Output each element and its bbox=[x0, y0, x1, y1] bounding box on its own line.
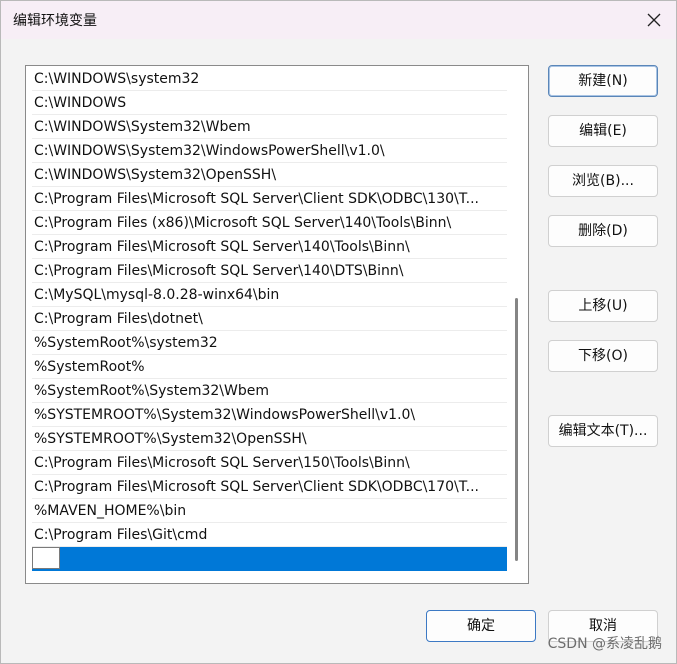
path-list[interactable]: C:\WINDOWS\system32 C:\WINDOWS C:\WINDOWS\… bbox=[25, 65, 529, 584]
scroll-thumb[interactable] bbox=[515, 298, 518, 561]
path-list-item[interactable]: C:\WINDOWS\System32\Wbem bbox=[32, 115, 507, 139]
dialog-title: 编辑环境变量 bbox=[13, 13, 97, 29]
path-text: C:\Program Files\Microsoft SQL Server\Cl… bbox=[34, 191, 479, 207]
path-text: C:\Program Files\Microsoft SQL Server\14… bbox=[34, 263, 404, 279]
path-list-item-selected[interactable] bbox=[32, 547, 507, 571]
path-list-item[interactable]: C:\MySQL\mysql-8.0.28-winx64\bin bbox=[32, 283, 507, 307]
path-list-item[interactable]: %SYSTEMROOT%\System32\OpenSSH\ bbox=[32, 427, 507, 451]
path-list-item[interactable]: C:\Program Files (x86)\Microsoft SQL Ser… bbox=[32, 211, 507, 235]
path-text: C:\Program Files\Microsoft SQL Server\Cl… bbox=[34, 479, 479, 495]
vertical-scrollbar[interactable] bbox=[512, 66, 520, 583]
path-text: %SystemRoot%\System32\Wbem bbox=[34, 383, 269, 399]
new-entry-input[interactable] bbox=[32, 547, 60, 569]
path-text: C:\WINDOWS\system32 bbox=[34, 71, 200, 87]
new-button[interactable]: 新建(N) bbox=[548, 65, 658, 97]
path-text: %SystemRoot% bbox=[34, 359, 145, 375]
path-list-item[interactable]: C:\WINDOWS bbox=[32, 91, 507, 115]
close-icon bbox=[647, 13, 661, 27]
path-list-item[interactable]: %MAVEN_HOME%\bin bbox=[32, 499, 507, 523]
delete-button[interactable]: 删除(D) bbox=[548, 215, 658, 247]
path-list-item[interactable]: %SystemRoot% bbox=[32, 355, 507, 379]
close-button[interactable] bbox=[632, 1, 676, 39]
path-list-item[interactable]: C:\WINDOWS\System32\WindowsPowerShell\v1… bbox=[32, 139, 507, 163]
path-text: %SYSTEMROOT%\System32\WindowsPowerShell\… bbox=[34, 407, 416, 423]
path-text: C:\Program Files\dotnet\ bbox=[34, 311, 203, 327]
path-list-item[interactable]: C:\Program Files\dotnet\ bbox=[32, 307, 507, 331]
path-text: C:\WINDOWS bbox=[34, 95, 127, 111]
path-text: C:\Program Files\Git\cmd bbox=[34, 527, 208, 543]
path-text: C:\WINDOWS\System32\WindowsPowerShell\v1… bbox=[34, 143, 385, 159]
path-list-item[interactable]: C:\Program Files\Git\cmd bbox=[32, 523, 507, 547]
path-text: C:\WINDOWS\System32\OpenSSH\ bbox=[34, 167, 277, 183]
path-list-item[interactable]: C:\WINDOWS\system32 bbox=[32, 67, 507, 91]
browse-button[interactable]: 浏览(B)... bbox=[548, 165, 658, 197]
path-text: C:\WINDOWS\System32\Wbem bbox=[34, 119, 251, 135]
path-text: %MAVEN_HOME%\bin bbox=[34, 503, 187, 519]
path-list-item[interactable]: C:\WINDOWS\System32\OpenSSH\ bbox=[32, 163, 507, 187]
watermark: CSDN @系凌乱鹅 bbox=[547, 636, 662, 652]
title-bar: 编辑环境变量 bbox=[1, 1, 676, 39]
edit-button[interactable]: 编辑(E) bbox=[548, 115, 658, 147]
path-list-item[interactable]: C:\Program Files\Microsoft SQL Server\14… bbox=[32, 259, 507, 283]
path-text: %SYSTEMROOT%\System32\OpenSSH\ bbox=[34, 431, 307, 447]
move-down-button[interactable]: 下移(O) bbox=[548, 340, 658, 372]
path-text: C:\Program Files (x86)\Microsoft SQL Ser… bbox=[34, 215, 452, 231]
path-list-item[interactable]: C:\Program Files\Microsoft SQL Server\Cl… bbox=[32, 475, 507, 499]
path-text: C:\Program Files\Microsoft SQL Server\15… bbox=[34, 455, 410, 471]
path-text: C:\Program Files\Microsoft SQL Server\14… bbox=[34, 239, 410, 255]
path-text: %SystemRoot%\system32 bbox=[34, 335, 218, 351]
ok-button[interactable]: 确定 bbox=[426, 610, 536, 642]
path-text: C:\MySQL\mysql-8.0.28-winx64\bin bbox=[34, 287, 280, 303]
path-list-item[interactable]: %SystemRoot%\system32 bbox=[32, 331, 507, 355]
path-list-item[interactable]: %SYSTEMROOT%\System32\WindowsPowerShell\… bbox=[32, 403, 507, 427]
path-list-item[interactable]: C:\Program Files\Microsoft SQL Server\15… bbox=[32, 451, 507, 475]
move-up-button[interactable]: 上移(U) bbox=[548, 290, 658, 322]
path-list-item[interactable]: C:\Program Files\Microsoft SQL Server\14… bbox=[32, 235, 507, 259]
edit-text-button[interactable]: 编辑文本(T)... bbox=[548, 415, 658, 447]
edit-env-var-dialog: 编辑环境变量 C:\WINDOWS\system32 C:\WINDOWS C:\W… bbox=[0, 0, 677, 664]
path-list-item[interactable]: C:\Program Files\Microsoft SQL Server\Cl… bbox=[32, 187, 507, 211]
path-list-item[interactable]: %SystemRoot%\System32\Wbem bbox=[32, 379, 507, 403]
